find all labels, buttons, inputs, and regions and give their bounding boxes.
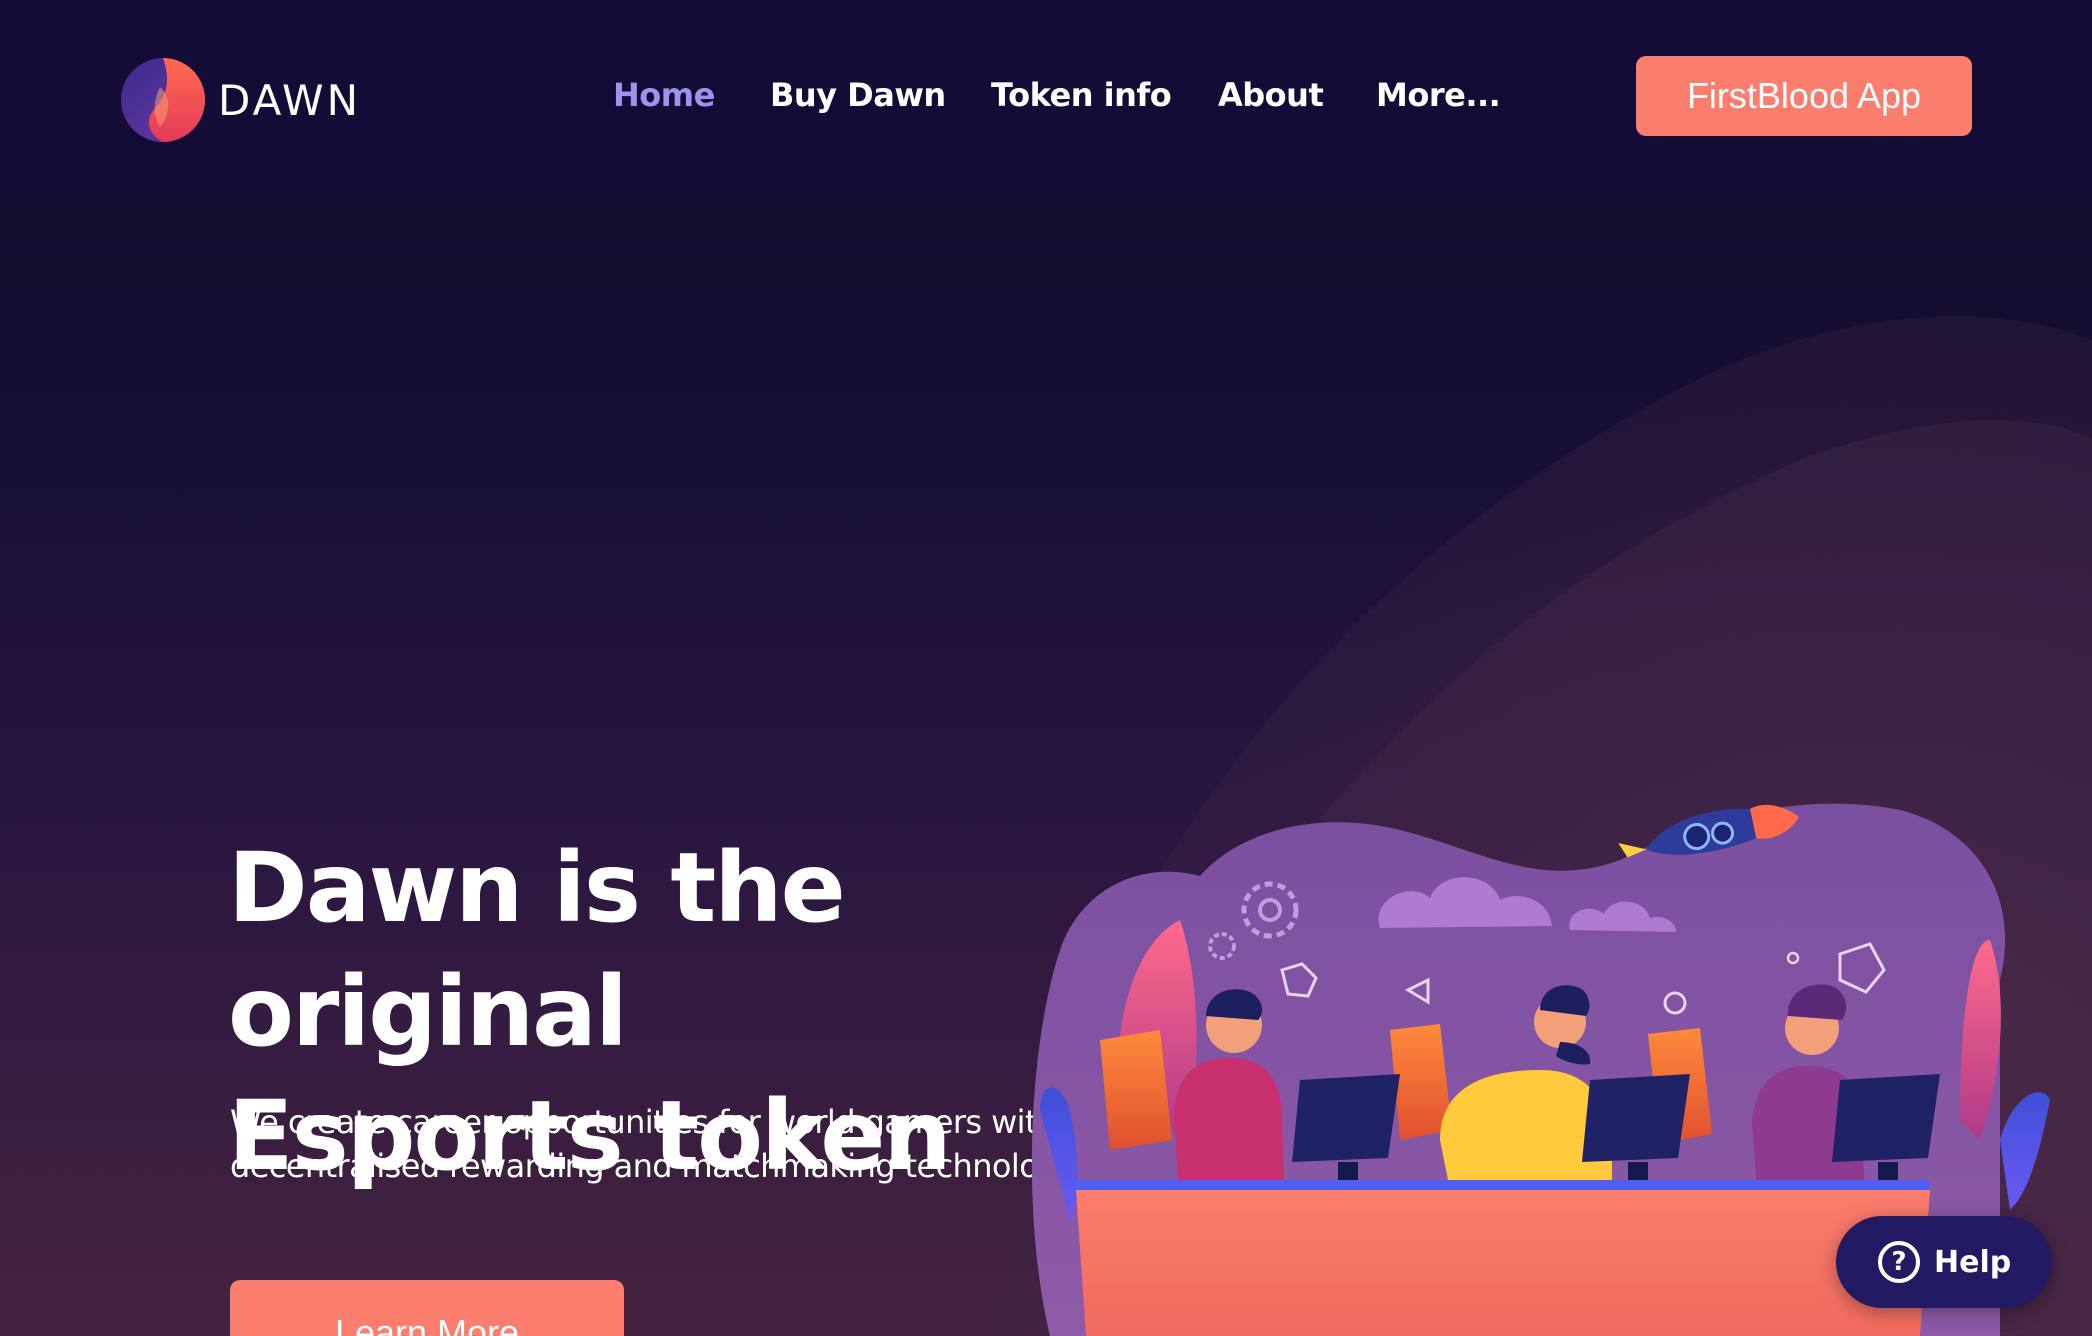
brand-logo[interactable]: DAWN: [120, 56, 361, 144]
help-label: Help: [1934, 1244, 2012, 1280]
hero-subtitle-line-2: decentralised rewarding and matchmaking …: [230, 1147, 1102, 1185]
help-button[interactable]: ? Help: [1836, 1216, 2052, 1308]
nav-token-info[interactable]: Token info: [991, 76, 1172, 114]
brand-name: DAWN: [218, 75, 361, 125]
learn-more-button[interactable]: Learn More: [230, 1280, 624, 1336]
question-circle-icon: ?: [1878, 1241, 1920, 1283]
nav-about[interactable]: About: [1218, 76, 1324, 114]
firstblood-app-button[interactable]: FirstBlood App: [1636, 56, 1972, 136]
nav-home[interactable]: Home: [613, 76, 715, 114]
nav-buy-dawn[interactable]: Buy Dawn: [770, 76, 946, 114]
hero-subtitle-line-1: We create career opportunities for world…: [230, 1103, 1057, 1141]
top-navigation-bar: DAWN Home Buy Dawn Token info About More…: [0, 0, 2092, 200]
hero-subtitle: We create career opportunities for world…: [230, 1100, 1130, 1188]
dawn-flame-logo-icon: [121, 58, 205, 142]
nav-more[interactable]: More...: [1376, 76, 1501, 114]
